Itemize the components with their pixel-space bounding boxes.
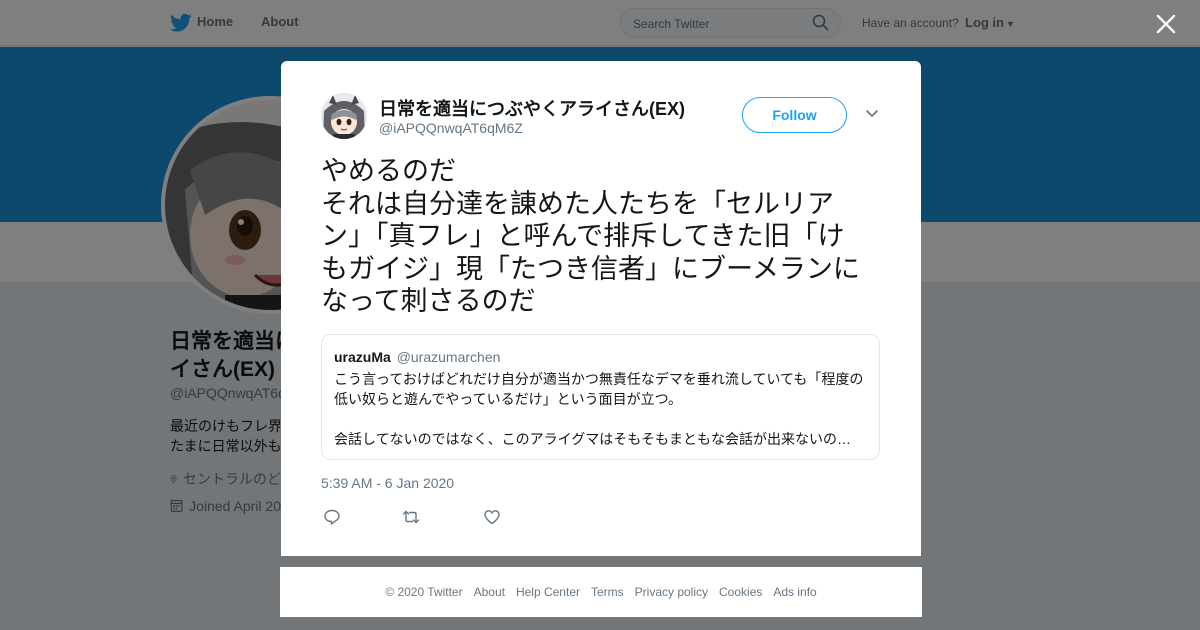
reply-icon[interactable] [323,508,341,526]
footer-copyright: © 2020 Twitter [385,585,463,599]
tweet-author-name[interactable]: 日常を適当につぶやくアライさん(EX) [379,95,685,121]
chevron-down-icon[interactable] [865,109,879,119]
retweet-icon[interactable] [402,508,420,526]
quoted-tweet-header: urazuMa @urazumarchen [334,349,867,365]
footer-link-privacy-policy[interactable]: Privacy policy [635,585,708,599]
footer-link-terms[interactable]: Terms [591,585,624,599]
tweet-timestamp[interactable]: 5:39 AM - 6 Jan 2020 [321,475,454,491]
quoted-tweet-text: こう言っておけばどれだけ自分が適当かつ無責任なデマを垂れ流していても「程度の 低… [334,371,864,447]
footer: © 2020 Twitter About Help Center Terms P… [280,567,922,617]
footer-link-cookies[interactable]: Cookies [719,585,762,599]
tweet-text: やめるのだ それは自分達を諌めた人たちを「セルリア ン」「真フレ」と呼んで排斥し… [321,156,860,316]
tweet-modal: 日常を適当につぶやくアライさん(EX) @iAPQQnwqAT6qM6Z Fol… [281,61,921,556]
author-avatar-illustration [321,93,367,139]
quoted-author-name: urazuMa [334,349,391,365]
quoted-tweet[interactable]: urazuMa @urazumarchen こう言っておけばどれだけ自分が適当か… [321,334,880,460]
footer-link-help-center[interactable]: Help Center [516,585,580,599]
quoted-author-handle: @urazumarchen [396,349,501,365]
follow-button[interactable]: Follow [742,97,847,133]
footer-link-about[interactable]: About [474,585,505,599]
close-icon[interactable] [1155,13,1177,35]
heart-icon[interactable] [483,508,501,526]
footer-link-ads-info[interactable]: Ads info [773,585,816,599]
tweet-author-avatar[interactable] [321,93,367,139]
tweet-author-handle[interactable]: @iAPQQnwqAT6qM6Z [379,120,523,136]
